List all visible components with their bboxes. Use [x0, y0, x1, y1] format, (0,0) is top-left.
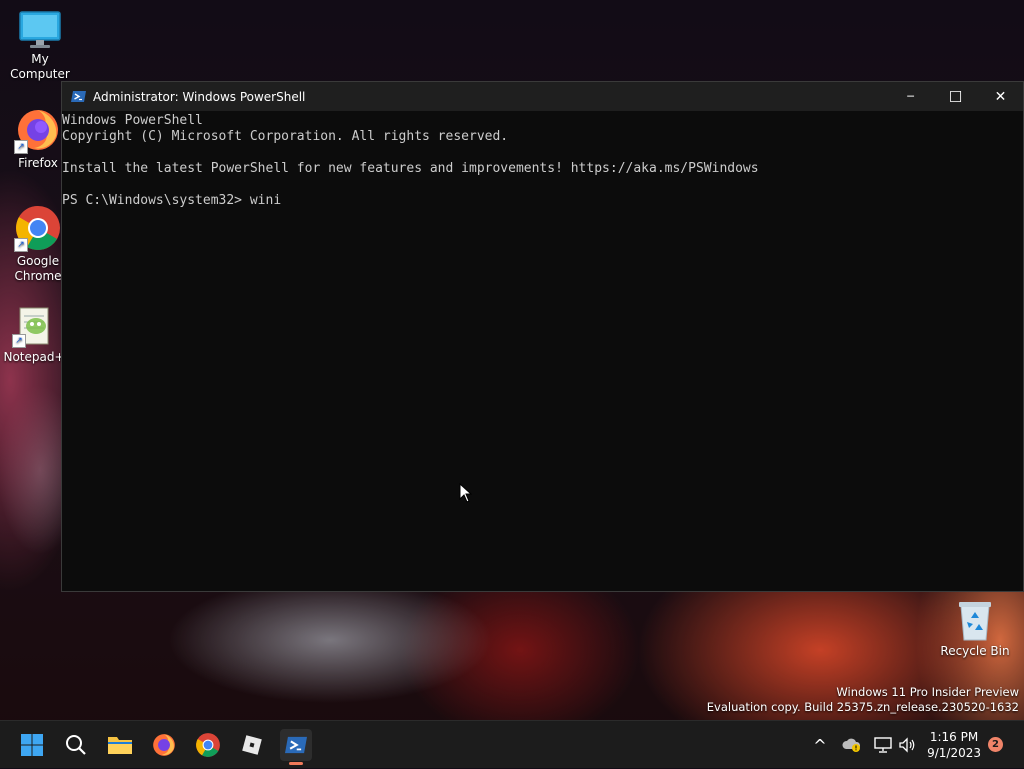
powershell-window[interactable]: Administrator: Windows PowerShell ─ ☐ ✕ …	[61, 81, 1024, 592]
maximize-button[interactable]: ☐	[933, 82, 978, 111]
close-button[interactable]: ✕	[978, 82, 1023, 111]
chrome-icon	[196, 733, 220, 757]
taskbar-roblox[interactable]	[236, 729, 268, 761]
desktop-icon-my-computer[interactable]: My Computer	[0, 10, 80, 82]
taskbar-clock[interactable]: 1:16 PM 9/1/2023	[927, 729, 981, 761]
taskbar-powershell[interactable]	[280, 729, 312, 765]
powershell-icon	[71, 91, 86, 102]
taskbar-chrome[interactable]	[192, 729, 224, 761]
console-line: Windows PowerShell	[62, 113, 203, 128]
taskbar: ^ 1:16 PM 9/1/2023 2	[0, 720, 1024, 768]
taskbar-search-button[interactable]	[60, 729, 92, 761]
taskbar-file-explorer[interactable]	[104, 729, 136, 761]
taskbar-firefox[interactable]	[148, 729, 180, 761]
monitor-icon	[19, 11, 61, 48]
console-line: Copyright (C) Microsoft Corporation. All…	[62, 129, 509, 144]
shortcut-arrow-icon: ↗	[12, 334, 26, 348]
tray-network[interactable]	[874, 721, 892, 769]
watermark-line-2: Evaluation copy. Build 25375.zn_release.…	[706, 700, 1019, 714]
clock-date: 9/1/2023	[927, 746, 981, 760]
tray-volume[interactable]	[899, 721, 917, 769]
active-app-indicator	[289, 762, 303, 765]
start-icon	[21, 734, 43, 756]
window-titlebar[interactable]: Administrator: Windows PowerShell ─ ☐ ✕	[62, 82, 1023, 111]
console-line: Install the latest PowerShell for new fe…	[62, 161, 759, 176]
cloud-warning-icon	[842, 738, 861, 752]
shortcut-arrow-icon: ↗	[14, 140, 28, 154]
console-output[interactable]: Windows PowerShell Copyright (C) Microso…	[62, 111, 1023, 209]
desktop-icon-recycle-bin[interactable]: Recycle Bin	[935, 598, 1015, 659]
window-title: Administrator: Windows PowerShell	[93, 89, 306, 104]
watermark-line-1: Windows 11 Pro Insider Preview	[836, 685, 1019, 699]
roblox-icon	[242, 735, 262, 755]
recycle-bin-icon	[959, 602, 991, 641]
desktop-icon-label: My Computer	[10, 52, 70, 81]
close-icon: ✕	[994, 88, 1007, 105]
minimize-button[interactable]: ─	[888, 82, 933, 111]
volume-icon	[899, 737, 915, 753]
tray-onedrive[interactable]	[842, 721, 862, 769]
shortcut-arrow-icon: ↗	[14, 238, 28, 252]
clock-time: 1:16 PM	[929, 730, 979, 744]
notification-badge[interactable]: 2	[988, 737, 1003, 752]
mouse-cursor-icon	[459, 483, 473, 503]
firefox-icon	[153, 734, 175, 756]
file-explorer-icon	[108, 737, 132, 754]
powershell-icon	[285, 736, 307, 754]
show-hidden-icons-chevron[interactable]: ^	[808, 736, 832, 755]
desktop-icon-label: Recycle Bin	[940, 644, 1010, 658]
network-icon	[874, 737, 892, 753]
console-prompt-line[interactable]: PS C:\Windows\system32> wini	[62, 193, 1023, 209]
search-icon	[66, 735, 86, 755]
maximize-icon: ☐	[948, 87, 963, 106]
evaluation-watermark: Windows 11 Pro Insider Preview Evaluatio…	[707, 685, 1019, 715]
minimize-icon: ─	[907, 90, 914, 103]
start-button[interactable]	[16, 729, 48, 761]
desktop-icon-label: Google Chrome	[14, 254, 62, 283]
system-tray: ^	[808, 721, 832, 769]
